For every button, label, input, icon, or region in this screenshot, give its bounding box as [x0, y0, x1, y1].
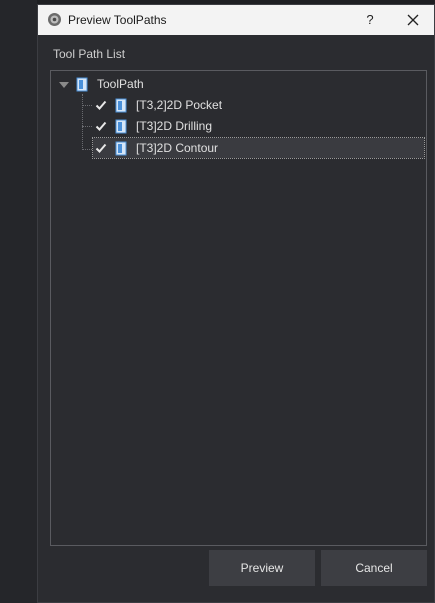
- tree-guide-vertical: [82, 94, 83, 150]
- tool-path-list-label: Tool Path List: [53, 47, 126, 61]
- close-icon: [407, 14, 419, 26]
- toolpath-icon: [115, 98, 127, 112]
- toolpath-icon: [115, 141, 127, 155]
- tree-root-label: ToolPath: [97, 77, 144, 91]
- close-button[interactable]: [398, 8, 428, 32]
- toolpath-icon: [115, 119, 127, 133]
- dialog-title: Preview ToolPaths: [68, 13, 167, 27]
- tree-item-2d-contour[interactable]: [T3]2D Contour: [92, 137, 425, 159]
- tree-item-2d-drilling[interactable]: [T3]2D Drilling: [95, 116, 212, 136]
- toolpath-icon: [76, 77, 88, 91]
- preview-button[interactable]: Preview: [209, 550, 315, 586]
- title-bar[interactable]: Preview ToolPaths ?: [38, 5, 434, 35]
- tree-item-label: [T3]2D Contour: [136, 141, 219, 155]
- check-icon[interactable]: [95, 99, 107, 111]
- tree-root-toolpath[interactable]: ToolPath: [76, 74, 144, 94]
- check-icon[interactable]: [95, 120, 107, 132]
- expand-collapse-icon[interactable]: [59, 82, 69, 88]
- check-icon[interactable]: [95, 142, 107, 154]
- tree-item-label: [T3,2]2D Pocket: [136, 98, 223, 112]
- tree-item-2d-pocket[interactable]: [T3,2]2D Pocket: [95, 95, 222, 115]
- background-window-edge: [0, 0, 37, 603]
- cancel-button[interactable]: Cancel: [321, 550, 427, 586]
- tree-guide-branch: [82, 126, 92, 127]
- tree-guide-branch: [82, 105, 92, 106]
- tree-guide-branch: [82, 149, 92, 150]
- app-icon: [48, 13, 61, 26]
- tool-path-tree[interactable]: ToolPath [T3,2]2D Pocket [T3]2D Drilling: [50, 70, 427, 546]
- tree-item-label: [T3]2D Drilling: [136, 119, 213, 133]
- help-button[interactable]: ?: [358, 8, 382, 32]
- preview-toolpaths-dialog: Preview ToolPaths ? Tool Path List ToolP…: [37, 4, 435, 603]
